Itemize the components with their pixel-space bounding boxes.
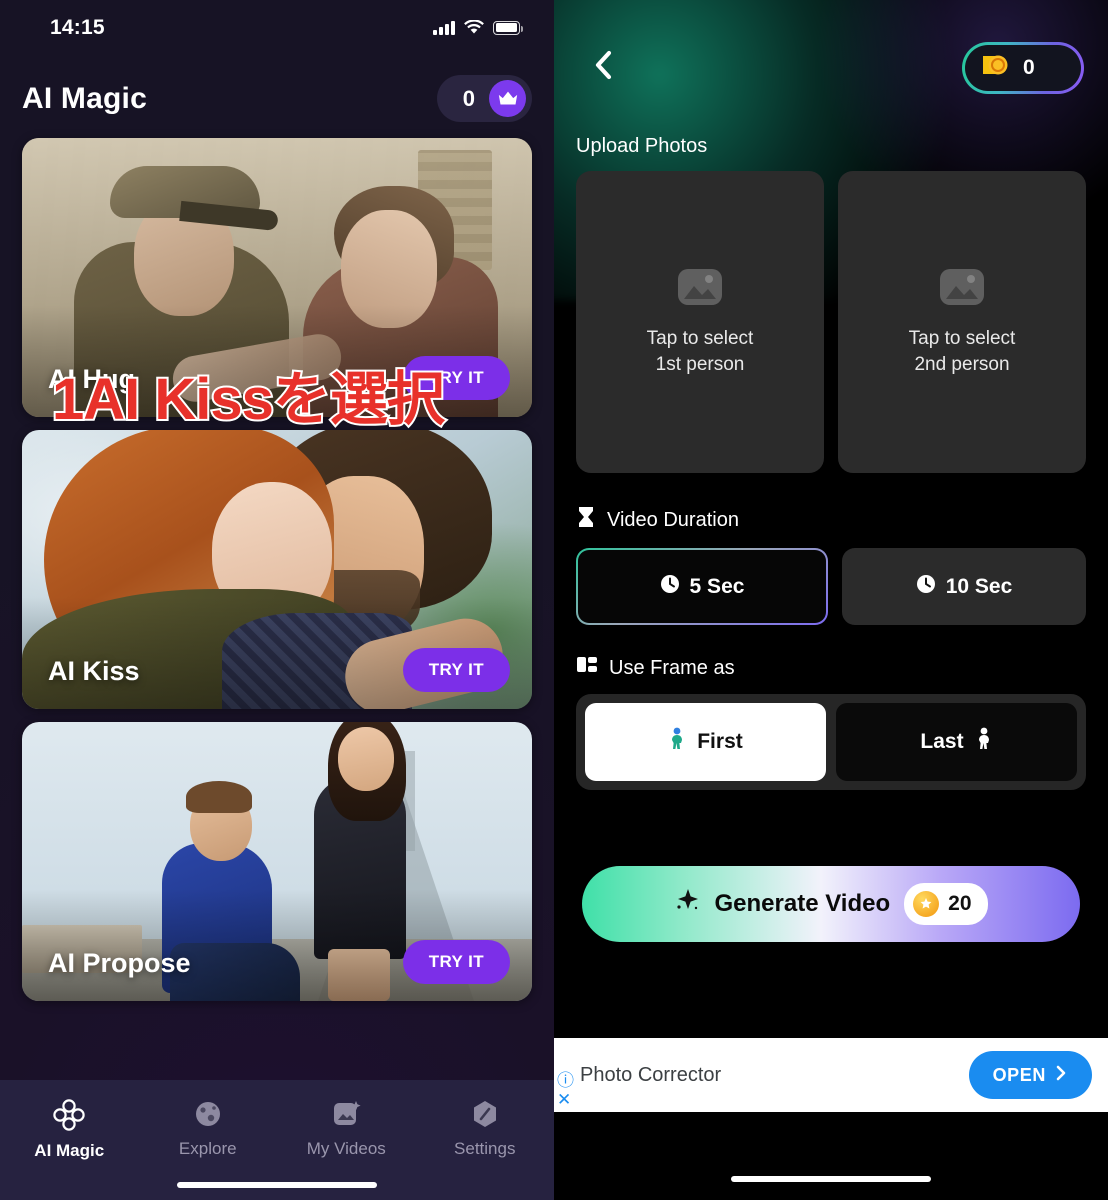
crown-icon bbox=[489, 80, 526, 117]
upload-section-label: Upload Photos bbox=[576, 135, 708, 157]
image-placeholder-icon bbox=[676, 266, 724, 313]
frame-option-label: First bbox=[697, 730, 743, 753]
settings-hex-icon bbox=[469, 1098, 501, 1130]
upload-slot-line2: 1st person bbox=[655, 354, 745, 375]
tab-label: Settings bbox=[454, 1139, 516, 1158]
duration-option-10sec[interactable]: 10 Sec bbox=[842, 548, 1086, 625]
ad-open-label: OPEN bbox=[992, 1064, 1046, 1085]
upload-slots-row: Tap to select 1st person Tap to select 2… bbox=[576, 171, 1086, 473]
clock-icon bbox=[916, 574, 936, 600]
card-title: AI Kiss bbox=[48, 656, 140, 686]
frame-option-first[interactable]: First bbox=[585, 703, 826, 781]
magic-clover-icon bbox=[52, 1098, 86, 1132]
tab-my-videos[interactable]: My Videos bbox=[277, 1098, 416, 1159]
duration-section: Video Duration 5 Sec 10 Sec bbox=[576, 505, 1086, 625]
ad-title: Photo Corrector bbox=[580, 1063, 722, 1086]
left-phone-screen: 14:15 AI Magic 0 AI Hug TRY IT AI Kiss T… bbox=[0, 0, 554, 1200]
frame-section: Use Frame as First Last bbox=[576, 655, 1086, 790]
feature-card-list: AI Hug TRY IT AI Kiss TRY IT AI Propose … bbox=[0, 138, 554, 1001]
tab-explore[interactable]: Explore bbox=[139, 1098, 278, 1159]
tab-label: My Videos bbox=[306, 1139, 386, 1158]
left-header: AI Magic 0 bbox=[0, 55, 554, 138]
ad-controls: ⓘ ✕ bbox=[557, 1072, 574, 1108]
status-time: 14:15 bbox=[50, 15, 105, 39]
planet-icon bbox=[192, 1098, 224, 1130]
try-it-button[interactable]: TRY IT bbox=[402, 940, 510, 984]
battery-icon bbox=[493, 20, 523, 35]
upload-slot-text: Tap to select 2nd person bbox=[909, 326, 1016, 377]
frame-section-label: Use Frame as bbox=[576, 655, 1086, 681]
ad-open-button[interactable]: OPEN bbox=[968, 1051, 1092, 1099]
upload-slot-text: Tap to select 1st person bbox=[647, 326, 754, 377]
status-icons bbox=[433, 20, 523, 35]
coin-balance-pill[interactable]: 0 bbox=[962, 41, 1084, 94]
person-white-icon bbox=[975, 727, 993, 757]
try-it-button[interactable]: TRY IT bbox=[402, 648, 510, 692]
upload-slot-1[interactable]: Tap to select 1st person bbox=[576, 171, 824, 473]
wifi-icon bbox=[464, 20, 484, 35]
info-icon[interactable]: ⓘ bbox=[557, 1072, 574, 1089]
credits-pill[interactable]: 0 bbox=[436, 75, 532, 122]
generate-video-button[interactable]: Generate Video 20 bbox=[582, 866, 1080, 942]
generate-section: Generate Video 20 bbox=[576, 866, 1086, 942]
ad-banner[interactable]: Photo Corrector OPEN ⓘ ✕ bbox=[554, 1038, 1108, 1112]
home-indicator bbox=[731, 1176, 931, 1182]
upload-slot-2[interactable]: Tap to select 2nd person bbox=[838, 171, 1086, 473]
chevron-right-icon bbox=[1054, 1064, 1068, 1087]
tab-settings[interactable]: Settings bbox=[416, 1098, 555, 1159]
gold-coin-icon bbox=[913, 891, 940, 917]
person-blue-icon bbox=[668, 727, 686, 757]
right-content: Upload Photos Tap to select 1st person T… bbox=[554, 135, 1108, 942]
duration-option-label: 5 Sec bbox=[689, 574, 745, 598]
feature-card-ai-kiss[interactable]: AI Kiss TRY IT bbox=[22, 430, 532, 709]
feature-card-ai-propose[interactable]: AI Propose TRY IT bbox=[22, 722, 532, 1001]
status-bar: 14:15 bbox=[0, 0, 554, 55]
duration-option-label: 10 Sec bbox=[945, 574, 1013, 598]
coin-count: 0 bbox=[1023, 55, 1035, 79]
generate-cost-chip: 20 bbox=[904, 883, 988, 925]
clock-icon bbox=[660, 574, 680, 600]
coins-icon bbox=[981, 52, 1011, 83]
frames-icon bbox=[576, 655, 598, 681]
chevron-left-icon bbox=[591, 48, 617, 87]
generate-button-label: Generate Video bbox=[714, 890, 891, 917]
upload-slot-line1: Tap to select bbox=[646, 328, 754, 350]
sparkle-icon bbox=[675, 888, 701, 921]
dual-phone-screenshot: 14:15 AI Magic 0 AI Hug TRY IT AI Kiss T… bbox=[0, 0, 1108, 1200]
upload-slot-line2: 2nd person bbox=[914, 354, 1010, 375]
generate-cost-value: 20 bbox=[948, 892, 972, 915]
page-title: AI Magic bbox=[22, 81, 147, 115]
card-title: AI Propose bbox=[48, 948, 191, 978]
right-header: 0 bbox=[554, 0, 1108, 135]
tab-label: Explore bbox=[178, 1139, 237, 1158]
annotation-step-1: 1AI Kissを選択 bbox=[50, 365, 447, 434]
frame-option-last[interactable]: Last bbox=[836, 703, 1077, 781]
upload-slot-line1: Tap to select bbox=[908, 328, 1016, 350]
photo-sparkle-icon bbox=[330, 1098, 362, 1130]
home-indicator bbox=[177, 1182, 377, 1188]
hourglass-icon bbox=[576, 505, 596, 535]
duration-option-5sec[interactable]: 5 Sec bbox=[576, 548, 828, 625]
frame-label-text: Use Frame as bbox=[609, 656, 735, 679]
tab-label: AI Magic bbox=[34, 1141, 105, 1160]
back-button[interactable] bbox=[582, 46, 626, 90]
frame-toggle-group: First Last bbox=[576, 694, 1086, 790]
right-phone-screen: 0 Upload Photos Tap to select 1st person bbox=[554, 0, 1108, 1200]
duration-label-text: Video Duration bbox=[607, 508, 739, 531]
credits-count: 0 bbox=[462, 85, 475, 111]
frame-option-label: Last bbox=[920, 730, 964, 753]
duration-section-label: Video Duration bbox=[576, 505, 1086, 535]
duration-options: 5 Sec 10 Sec bbox=[576, 548, 1086, 625]
tab-ai-magic[interactable]: AI Magic bbox=[0, 1098, 139, 1161]
close-icon[interactable]: ✕ bbox=[557, 1091, 574, 1108]
image-placeholder-icon bbox=[938, 266, 986, 313]
cellular-signal-icon bbox=[433, 20, 455, 35]
